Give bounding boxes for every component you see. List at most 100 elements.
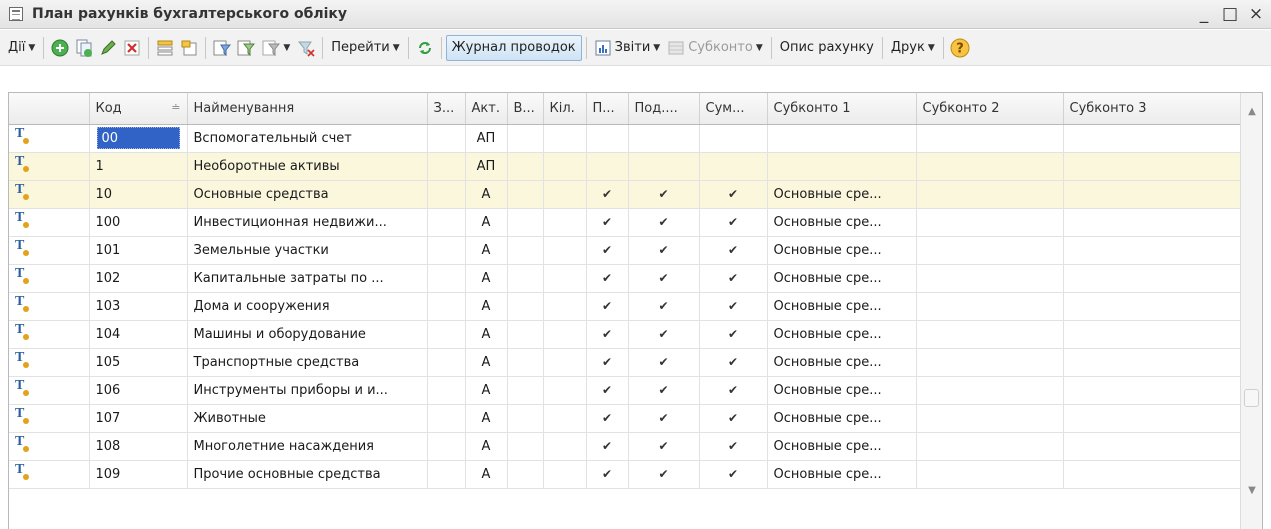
actions-menu[interactable]: Дії ▼ (4, 35, 39, 61)
cell-sub2[interactable] (916, 292, 1064, 321)
cell-sum[interactable] (699, 152, 768, 181)
cell-act[interactable]: А (465, 264, 508, 293)
cell-v[interactable] (507, 320, 544, 349)
cell-z[interactable] (427, 180, 466, 209)
reports-menu[interactable]: Звіти ▼ (591, 35, 665, 61)
cell-act[interactable]: А (465, 208, 508, 237)
cell-act[interactable]: А (465, 348, 508, 377)
cell-sum[interactable]: ✔ (699, 180, 768, 209)
cell-sub2[interactable] (916, 236, 1064, 265)
cell-v[interactable] (507, 460, 544, 489)
table-row[interactable]: T 100 Инвестиционная недвижи... А ✔ ✔ ✔ Основны… (9, 208, 1241, 237)
cell-code[interactable]: 106 (89, 376, 188, 405)
filter-button[interactable] (210, 35, 234, 61)
cell-sub3[interactable] (1063, 376, 1241, 405)
column-header-sub3[interactable]: Субконто 3 (1063, 93, 1241, 125)
scroll-thumb[interactable] (1244, 389, 1259, 407)
table-row[interactable]: T 1 Необоротные активы АП (9, 152, 1241, 181)
column-header-p[interactable]: П... (586, 93, 629, 125)
cell-name[interactable]: Дома и сооружения (187, 292, 428, 321)
vertical-scrollbar[interactable]: ▲ ▼ (1240, 93, 1262, 529)
cell-v[interactable] (507, 404, 544, 433)
cell-sub2[interactable] (916, 404, 1064, 433)
minimize-button[interactable]: _ (1193, 4, 1215, 24)
cell-sub2[interactable] (916, 264, 1064, 293)
column-header-act[interactable]: Акт. (465, 93, 508, 125)
cell-sub2[interactable] (916, 208, 1064, 237)
cell-z[interactable] (427, 348, 466, 377)
cell-sub1[interactable]: Основные сре... (767, 292, 917, 321)
cell-z[interactable] (427, 404, 466, 433)
cell-sub2[interactable] (916, 320, 1064, 349)
cell-sum[interactable]: ✔ (699, 264, 768, 293)
refresh-button[interactable] (413, 35, 437, 61)
cell-p[interactable]: ✔ (586, 320, 629, 349)
cell-act[interactable]: АП (465, 152, 508, 181)
cell-v[interactable] (507, 376, 544, 405)
cell-sub3[interactable] (1063, 264, 1241, 293)
table-row[interactable]: T 10 Основные средства А ✔ ✔ ✔ Основные сре... (9, 180, 1241, 209)
cell-sub3[interactable] (1063, 404, 1241, 433)
cell-v[interactable] (507, 432, 544, 461)
cell-code[interactable]: 109 (89, 460, 188, 489)
cell-act[interactable]: А (465, 376, 508, 405)
help-button[interactable]: ? (948, 35, 972, 61)
cell-p[interactable]: ✔ (586, 208, 629, 237)
cell-pod[interactable]: ✔ (628, 264, 700, 293)
cell-sub2[interactable] (916, 348, 1064, 377)
table-row[interactable]: T 00 Вспомогательный счет АП (9, 124, 1241, 153)
cell-v[interactable] (507, 292, 544, 321)
cell-code[interactable]: 1 (89, 152, 188, 181)
delete-button[interactable] (120, 35, 144, 61)
cell-sum[interactable]: ✔ (699, 432, 768, 461)
cell-qty[interactable] (543, 236, 587, 265)
cell-name[interactable]: Необоротные активы (187, 152, 428, 181)
scroll-down-icon[interactable]: ▼ (1241, 480, 1262, 502)
cell-sum[interactable]: ✔ (699, 292, 768, 321)
column-header-sub2[interactable]: Субконто 2 (916, 93, 1064, 125)
cell-sub2[interactable] (916, 180, 1064, 209)
cell-code[interactable]: 101 (89, 236, 188, 265)
cell-qty[interactable] (543, 264, 587, 293)
column-header-code[interactable]: Код ≐ (89, 93, 188, 125)
cell-act[interactable]: А (465, 320, 508, 349)
cell-sub1[interactable]: Основные сре... (767, 404, 917, 433)
cell-qty[interactable] (543, 180, 587, 209)
cell-z[interactable] (427, 124, 466, 153)
cell-sum[interactable]: ✔ (699, 208, 768, 237)
cell-qty[interactable] (543, 348, 587, 377)
table-row[interactable]: T 102 Капитальные затраты по ... А ✔ ✔ ✔ Основн… (9, 264, 1241, 293)
cell-code[interactable]: 103 (89, 292, 188, 321)
cell-p[interactable]: ✔ (586, 236, 629, 265)
cell-sub1[interactable]: Основные сре... (767, 348, 917, 377)
cell-v[interactable] (507, 124, 544, 153)
cell-p[interactable]: ✔ (586, 264, 629, 293)
column-header-sum[interactable]: Сум... (699, 93, 768, 125)
journal-button[interactable]: Журнал проводок (445, 34, 582, 61)
cell-name[interactable]: Основные средства (187, 180, 428, 209)
cell-z[interactable] (427, 208, 466, 237)
cell-p[interactable]: ✔ (586, 460, 629, 489)
cell-z[interactable] (427, 292, 466, 321)
table-row[interactable]: T 106 Инструменты приборы и и... А ✔ ✔ ✔ Основн… (9, 376, 1241, 405)
cell-z[interactable] (427, 376, 466, 405)
cell-qty[interactable] (543, 432, 587, 461)
cell-v[interactable] (507, 264, 544, 293)
table-row[interactable]: T 108 Многолетние насаждения А ✔ ✔ ✔ Основные с… (9, 432, 1241, 461)
cell-sum[interactable]: ✔ (699, 236, 768, 265)
column-header-icon[interactable] (9, 93, 90, 125)
cell-z[interactable] (427, 432, 466, 461)
cell-sub3[interactable] (1063, 124, 1241, 153)
cell-name[interactable]: Транспортные средства (187, 348, 428, 377)
edit-button[interactable] (96, 35, 120, 61)
cell-sub3[interactable] (1063, 348, 1241, 377)
cell-v[interactable] (507, 180, 544, 209)
cell-act[interactable]: А (465, 292, 508, 321)
cell-qty[interactable] (543, 320, 587, 349)
cell-pod[interactable]: ✔ (628, 292, 700, 321)
cell-name[interactable]: Инструменты приборы и и... (187, 376, 428, 405)
cell-z[interactable] (427, 236, 466, 265)
cell-pod[interactable]: ✔ (628, 236, 700, 265)
cell-sub2[interactable] (916, 376, 1064, 405)
cell-act[interactable]: А (465, 236, 508, 265)
